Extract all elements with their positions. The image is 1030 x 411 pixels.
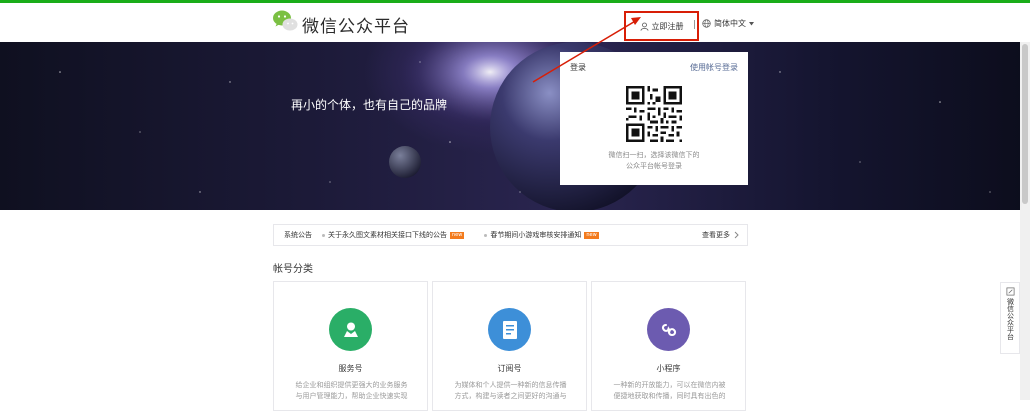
bullet-icon (322, 233, 325, 237)
section-title: 帐号分类 (273, 264, 313, 275)
new-badge: new (584, 231, 599, 239)
login-instructions: 微信扫一扫，选择该微信下的 公众平台帐号登录 (560, 150, 748, 172)
card-subscription-account[interactable]: 订阅号 为媒体和个人提供一种新的信息传播 方式，构建与读者之间更好的沟通与 (432, 281, 587, 411)
card-desc-line: 方式，构建与读者之间更好的沟通与 (454, 392, 567, 400)
card-description: 一种新的开放能力，可以在微信内被 便捷地获取和传播，同时具有出色的 (610, 380, 729, 402)
register-label: 立即注册 (651, 21, 684, 31)
subscription-icon-circle (488, 308, 531, 351)
card-miniprogram[interactable]: 小程序 一种新的开放能力，可以在微信内被 便捷地获取和传播，同时具有出色的 (591, 281, 746, 411)
new-badge: new (450, 231, 465, 239)
hero-banner: 再小的个体，也有自己的品牌 (0, 42, 1030, 210)
service-icon-circle (329, 308, 372, 351)
announcement-text: 关于永久图文素材相关接口下线的公告 (328, 231, 447, 239)
announcement-bar: 系统公告 关于永久图文素材相关接口下线的公告 new 春节期间小游戏审核安排通知… (273, 224, 748, 246)
card-desc-line: 便捷地获取和传播，同时具有出色的 (613, 392, 726, 400)
brand-title: 微信公众平台 (302, 17, 410, 37)
login-title: 登录 (570, 63, 586, 72)
card-title: 小程序 (656, 364, 681, 373)
card-desc-line: 给企业和组织提供更强大的业务服务 (295, 381, 408, 389)
login-tip-line2: 公众平台帐号登录 (626, 162, 682, 170)
announcement-text: 春节期间小游戏审核安排通知 (490, 231, 582, 239)
miniprogram-icon-circle (647, 308, 690, 351)
miniprogram-icon (661, 323, 676, 336)
view-more-link[interactable]: 查看更多 (702, 230, 739, 240)
side-widget-label: 微信公众平台 (1006, 298, 1015, 340)
space-illustration (59, 42, 991, 210)
globe-icon (702, 19, 711, 28)
scrollbar-thumb[interactable] (1022, 44, 1028, 204)
login-panel: 登录 使用帐号登录 微信扫一扫，选择该微信下的 公众平台帐号登录 (560, 52, 748, 185)
wechat-logo-icon (273, 10, 298, 31)
bullet-icon (484, 233, 488, 237)
edit-icon (1006, 287, 1014, 296)
card-desc-line: 与用户管理能力，帮助企业快速实现 (295, 392, 408, 400)
card-description: 为媒体和个人提供一种新的信息传播 方式，构建与读者之间更好的沟通与 (451, 380, 570, 402)
card-service-account[interactable]: 服务号 给企业和组织提供更强大的业务服务 与用户管理能力，帮助企业快速实现 (273, 281, 428, 411)
announcement-label: 系统公告 (284, 231, 312, 239)
card-desc-line: 一种新的开放能力，可以在微信内被 (613, 381, 726, 389)
language-label: 简体中文 (714, 19, 746, 28)
caret-down-icon (749, 21, 754, 25)
login-tip-line1: 微信扫一扫，选择该微信下的 (608, 151, 700, 159)
language-selector[interactable]: 简体中文 (702, 18, 754, 29)
card-title: 服务号 (338, 364, 363, 373)
announcement-item[interactable]: 关于永久图文素材相关接口下线的公告 new (322, 230, 465, 240)
header-divider (694, 20, 695, 29)
user-icon (640, 22, 648, 31)
view-more-label: 查看更多 (702, 231, 730, 239)
banner-slogan: 再小的个体，也有自己的品牌 (291, 98, 448, 112)
account-login-link[interactable]: 使用帐号登录 (690, 62, 738, 73)
register-button[interactable]: 立即注册 (624, 11, 699, 41)
card-title: 订阅号 (497, 364, 522, 373)
document-icon (502, 320, 517, 339)
qr-code-icon (626, 86, 682, 142)
announcement-item[interactable]: 春节期间小游戏审核安排通知 new (484, 230, 599, 240)
chevron-right-icon (734, 231, 739, 239)
user-icon (343, 322, 358, 337)
header: 微信公众平台 立即注册 简体中文 (0, 3, 1030, 42)
card-desc-line: 为媒体和个人提供一种新的信息传播 (454, 381, 567, 389)
card-description: 给企业和组织提供更强大的业务服务 与用户管理能力，帮助企业快速实现 (292, 380, 411, 402)
side-widget[interactable]: 微信公众平台 (1000, 282, 1020, 354)
